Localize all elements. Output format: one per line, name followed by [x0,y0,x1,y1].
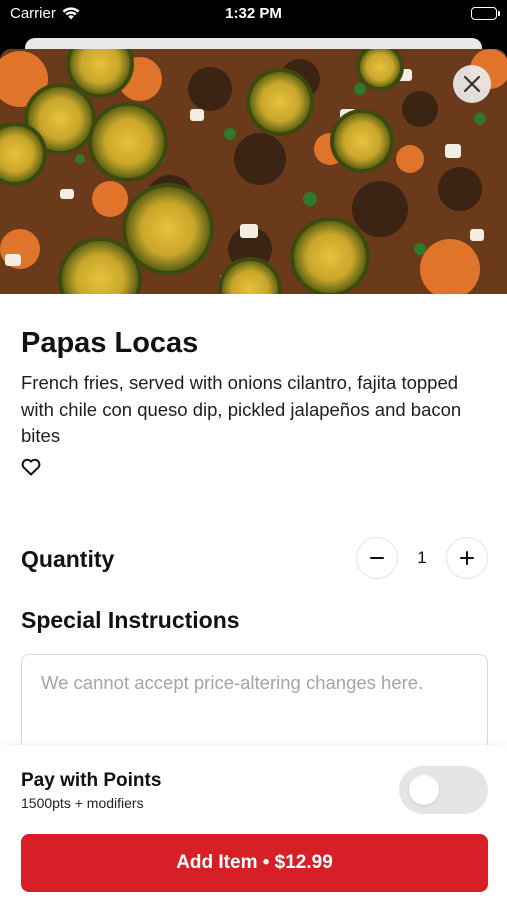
toggle-knob [409,775,439,805]
favorite-button[interactable] [21,458,41,481]
nachos-photo [0,49,507,294]
plus-icon [460,551,474,565]
item-description: French fries, served with onions cilantr… [21,372,462,446]
pay-with-points-title: Pay with Points [21,770,162,791]
close-icon [463,75,481,93]
quantity-value: 1 [417,548,427,567]
item-photo [0,49,507,294]
pay-with-points-subtitle: 1500pts + modifiers [21,795,144,811]
decrease-quantity-button[interactable] [356,537,398,579]
add-item-button[interactable]: Add Item • $12.99 [21,834,488,892]
close-button[interactable] [453,65,491,103]
increase-quantity-button[interactable] [446,537,488,579]
pay-with-points-toggle[interactable] [399,766,488,814]
heart-icon [21,458,41,476]
quantity-label: Quantity [21,546,115,572]
minus-icon [370,557,384,559]
quantity-stepper: 1 [356,537,488,579]
status-right [471,7,500,20]
item-title: Papas Locas [21,327,199,359]
bottom-action-bar: Pay with Points 1500pts + modifiers Add … [0,745,507,900]
battery-icon [471,7,500,20]
status-time: 1:32 PM [225,5,282,22]
status-bar: Carrier 1:32 PM [0,0,507,30]
special-instructions-label: Special Instructions [21,607,240,633]
